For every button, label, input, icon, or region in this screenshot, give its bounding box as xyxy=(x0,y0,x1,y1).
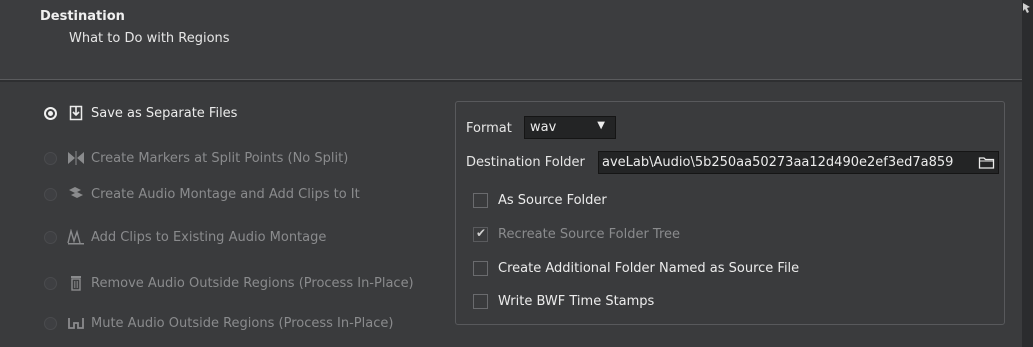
option-remove-audio[interactable]: Remove Audio Outside Regions (Process In… xyxy=(44,273,414,293)
checkbox-additional-folder-row[interactable]: Create Additional Folder Named as Source… xyxy=(473,258,799,278)
radio-add-clips-existing[interactable] xyxy=(44,230,57,244)
checkbox-recreate-tree-row[interactable]: ✔ Recreate Source Folder Tree xyxy=(473,224,680,244)
split-markers-icon xyxy=(67,150,85,166)
option-add-clips-existing[interactable]: Add Clips to Existing Audio Montage xyxy=(44,227,326,247)
checkbox-label: Create Additional Folder Named as Source… xyxy=(498,260,800,276)
radio-save-separate-files[interactable] xyxy=(44,106,57,120)
option-label: Create Audio Montage and Add Clips to It xyxy=(91,186,360,202)
checkbox-recreate-tree[interactable]: ✔ xyxy=(473,225,488,242)
option-create-montage[interactable]: Create Audio Montage and Add Clips to It xyxy=(44,184,360,204)
radio-mute-audio[interactable] xyxy=(44,316,57,330)
header-divider xyxy=(0,80,1022,82)
mute-icon xyxy=(67,315,85,331)
checkbox-additional-folder[interactable] xyxy=(473,260,488,276)
option-label: Save as Separate Files xyxy=(91,105,238,121)
option-create-markers[interactable]: Create Markers at Split Points (No Split… xyxy=(44,148,348,168)
radio-remove-audio[interactable] xyxy=(44,276,57,290)
option-label: Add Clips to Existing Audio Montage xyxy=(91,229,327,245)
save-files-icon xyxy=(67,105,85,121)
option-label: Mute Audio Outside Regions (Process In-P… xyxy=(91,315,394,331)
scrollbar-track xyxy=(1022,0,1033,347)
checkmark-icon: ✔ xyxy=(476,225,487,240)
destination-folder-label: Destination Folder xyxy=(466,155,585,170)
checkbox-label: As Source Folder xyxy=(498,192,607,208)
destination-header: Destination What to Do with Regions xyxy=(0,0,1022,80)
format-value: wav xyxy=(530,120,557,135)
checkbox-label: Recreate Source Folder Tree xyxy=(498,226,681,242)
section-subtitle: What to Do with Regions xyxy=(69,31,230,46)
option-label: Remove Audio Outside Regions (Process In… xyxy=(91,275,414,291)
chevron-down-icon: ▼ xyxy=(597,120,605,131)
existing-montage-icon xyxy=(67,229,85,245)
new-montage-icon xyxy=(67,186,85,202)
option-mute-audio[interactable]: Mute Audio Outside Regions (Process In-P… xyxy=(44,313,393,333)
folder-icon[interactable] xyxy=(978,155,995,170)
format-label: Format xyxy=(466,121,512,136)
trash-icon xyxy=(67,275,85,291)
settings-icon[interactable] xyxy=(1021,2,1033,18)
section-title: Destination xyxy=(40,9,125,24)
destination-folder-path: aveLab\Audio\5b250aa50273aa12d490e2ef3ed… xyxy=(602,155,954,170)
checkbox-as-source-folder-row[interactable]: As Source Folder xyxy=(473,190,607,210)
format-select[interactable]: wav ▼ xyxy=(524,116,616,139)
radio-create-montage[interactable] xyxy=(44,187,57,201)
checkbox-bwf-timestamps[interactable] xyxy=(473,293,488,309)
checkbox-as-source-folder[interactable] xyxy=(473,192,488,208)
option-label: Create Markers at Split Points (No Split… xyxy=(91,150,349,166)
destination-folder-input[interactable]: aveLab\Audio\5b250aa50273aa12d490e2ef3ed… xyxy=(598,151,999,174)
checkbox-bwf-timestamps-row[interactable]: Write BWF Time Stamps xyxy=(473,291,654,311)
radio-create-markers[interactable] xyxy=(44,151,57,165)
checkbox-label: Write BWF Time Stamps xyxy=(498,293,655,309)
option-save-separate-files[interactable]: Save as Separate Files xyxy=(44,103,237,123)
